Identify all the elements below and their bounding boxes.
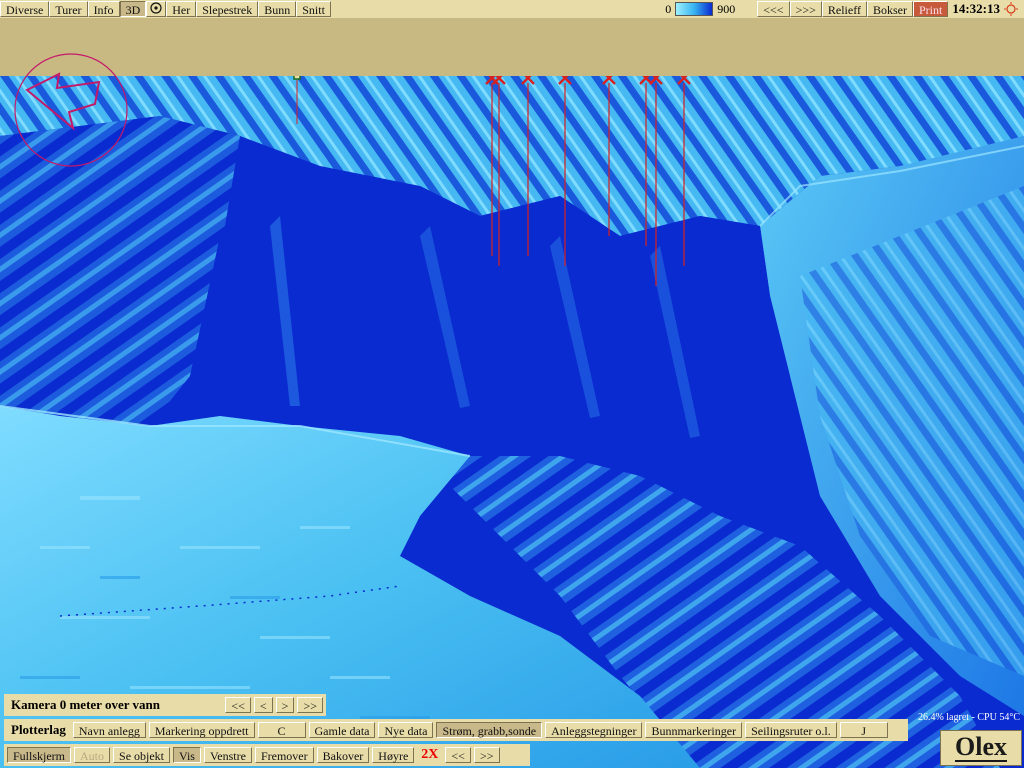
olex-logo-text: Olex — [955, 732, 1007, 762]
layer-bunnmarkeringer[interactable]: Bunnmarkeringer — [645, 722, 743, 738]
layer-markering-oppdrett[interactable]: Markering oppdrett — [148, 722, 255, 738]
camera-fast-back-button[interactable]: << — [225, 697, 251, 713]
boxes-button[interactable]: Bokser — [866, 1, 913, 17]
camera-label: Kamera 0 meter over vann — [11, 697, 160, 712]
camera-fast-forward-button[interactable]: >> — [297, 697, 323, 713]
button-her[interactable]: Her — [166, 1, 197, 17]
depth-color-scale[interactable] — [675, 2, 714, 16]
sun-icon[interactable] — [1004, 2, 1018, 16]
layer-panel-label: Plotterlag — [11, 722, 66, 737]
depth-max-label: 900 — [717, 1, 736, 16]
layer-gamle-data[interactable]: Gamle data — [308, 722, 376, 738]
move-right-button[interactable]: Høyre — [372, 747, 415, 763]
compass-icon[interactable] — [13, 52, 131, 170]
menu-turer[interactable]: Turer — [49, 1, 88, 17]
sky-band — [0, 18, 1024, 76]
layer-panel: Plotterlag Navn anlegg Markering oppdret… — [4, 719, 908, 741]
camera-panel: Kamera 0 meter over vann << < > >> — [4, 694, 326, 716]
depth-min-label: 0 — [665, 1, 672, 16]
clock: 14:32:13 — [952, 1, 1000, 16]
speed-down-button[interactable]: << — [445, 747, 471, 763]
menu-diverse[interactable]: Diverse — [0, 1, 50, 17]
camera-back-button[interactable]: < — [253, 697, 273, 713]
fullscreen-button[interactable]: Fullskjerm — [7, 747, 72, 763]
menu-snitt[interactable]: Snitt — [296, 1, 331, 17]
camera-forward-button[interactable]: > — [275, 697, 295, 713]
nav-right-button[interactable]: >>> — [789, 1, 822, 17]
speed-up-button[interactable]: >> — [473, 747, 500, 763]
nav-left-button[interactable]: <<< — [757, 1, 790, 17]
layer-seilingsruter[interactable]: Seilingsruter o.l. — [745, 722, 837, 738]
target-icon[interactable] — [146, 1, 167, 17]
vis-button[interactable]: Vis — [173, 747, 201, 763]
layer-anleggstegninger[interactable]: Anleggstegninger — [545, 722, 643, 738]
terrain-3d-view[interactable] — [0, 76, 1024, 768]
status-text: 26.4% lagret - CPU 54°C — [917, 712, 1020, 723]
layer-navn-anlegg[interactable]: Navn anlegg — [72, 722, 146, 738]
menu-slepestrek[interactable]: Slepestrek — [196, 1, 259, 17]
layer-j[interactable]: J — [839, 722, 888, 738]
layer-nye-data[interactable]: Nye data — [378, 722, 434, 738]
nav-panel: Fullskjerm Auto Se objekt Vis Venstre Fr… — [4, 744, 530, 766]
move-left-button[interactable]: Venstre — [203, 747, 252, 763]
menu-info[interactable]: Info — [87, 1, 120, 17]
print-button[interactable]: Print — [912, 1, 949, 17]
marker-square-icon[interactable] — [293, 76, 301, 80]
auto-button[interactable]: Auto — [74, 747, 111, 763]
move-back-button[interactable]: Bakover — [316, 747, 370, 763]
layer-c[interactable]: C — [257, 722, 306, 738]
relief-button[interactable]: Relieff — [821, 1, 867, 17]
see-object-button[interactable]: Se objekt — [113, 747, 171, 763]
top-toolbar: Diverse Turer Info 3D Her Slepestrek Bun… — [0, 0, 1024, 18]
layer-strom-grabb-sonde[interactable]: Strøm, grabb,sonde — [436, 722, 543, 738]
menu-bunn[interactable]: Bunn — [258, 1, 297, 17]
move-forward-button[interactable]: Fremover — [254, 747, 314, 763]
toggle-3d[interactable]: 3D — [119, 1, 147, 17]
olex-logo: Olex — [940, 730, 1022, 766]
speed-indicator: 2X — [421, 747, 439, 762]
